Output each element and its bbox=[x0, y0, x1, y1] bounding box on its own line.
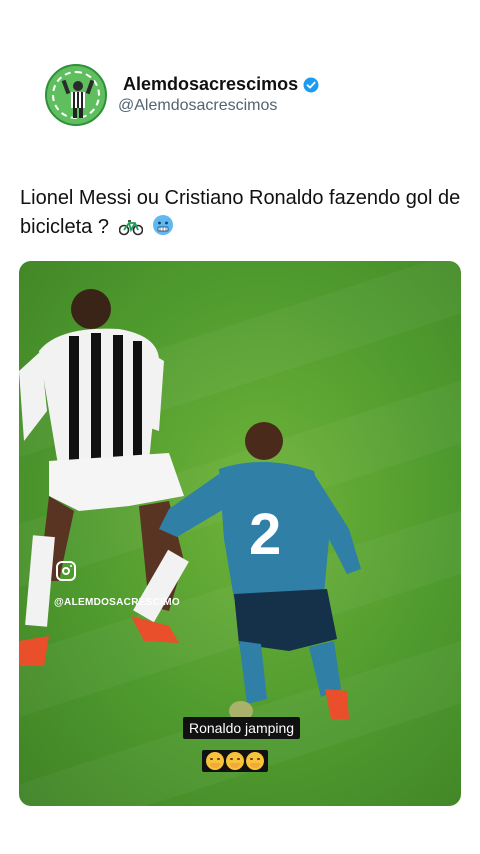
referee-icon bbox=[61, 79, 95, 118]
video-caption: Ronaldo jamping bbox=[183, 717, 301, 739]
bicycle-emoji-icon bbox=[118, 216, 143, 245]
hugging-face-emoji-icon bbox=[246, 752, 264, 770]
tweet-video[interactable]: 2 @ALEMDOSACRESCIMO Ronaldo jamping bbox=[19, 261, 461, 806]
cold-face-emoji-icon bbox=[152, 214, 174, 245]
author-name-row: Alemdosacrescimos bbox=[123, 74, 319, 95]
avatar[interactable] bbox=[45, 64, 107, 126]
instagram-icon bbox=[56, 561, 76, 581]
caption-emoji-row bbox=[202, 750, 268, 772]
hugging-face-emoji-icon bbox=[226, 752, 244, 770]
verified-badge-icon bbox=[303, 77, 319, 92]
watermark-text: @ALEMDOSACRESCIMO bbox=[54, 597, 180, 608]
author-handle[interactable]: @Alemdosacrescimos bbox=[118, 97, 277, 115]
svg-text:2: 2 bbox=[249, 502, 281, 567]
tweet-text: Lionel Messi ou Cristiano Ronaldo fazend… bbox=[20, 184, 465, 245]
tweet-body: Lionel Messi ou Cristiano Ronaldo fazend… bbox=[20, 187, 461, 238]
tweet-header: Alemdosacrescimos @Alemdosacrescimos bbox=[45, 64, 445, 126]
hugging-face-emoji-icon bbox=[206, 752, 224, 770]
author-name[interactable]: Alemdosacrescimos bbox=[123, 74, 298, 95]
real-madrid-player-figure: 2 bbox=[159, 422, 361, 721]
